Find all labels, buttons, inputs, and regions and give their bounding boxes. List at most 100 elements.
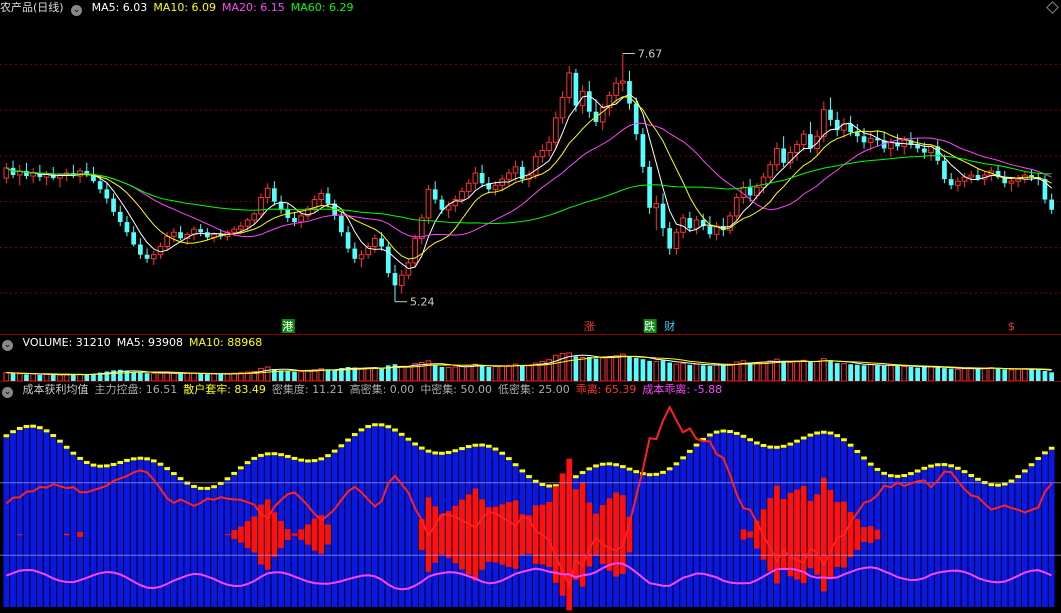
profit-bar: [298, 529, 305, 540]
volume-bar: [211, 373, 217, 381]
candle-body: [1049, 199, 1054, 210]
holding-bar-cap: [666, 467, 673, 471]
volume-bar: [512, 363, 519, 381]
holding-bar: [211, 488, 217, 607]
profit-bar: [485, 507, 492, 562]
holding-bar-cap: [291, 456, 298, 460]
volume-bar: [680, 363, 686, 381]
profit-bar: [231, 530, 238, 540]
cost-indicator-chart[interactable]: [0, 398, 1061, 611]
volume-bar: [599, 357, 606, 381]
volume-bar: [787, 362, 794, 381]
volume-bar: [901, 365, 908, 381]
candle-body: [861, 136, 867, 143]
holding-bar-cap: [780, 444, 787, 448]
holding-bar-cap: [150, 459, 157, 463]
volume-bar: [687, 364, 693, 381]
profit-bar: [512, 500, 519, 569]
volume-bar: [828, 360, 833, 381]
holding-bar-cap: [861, 456, 867, 460]
cost-panel-toggle-icon[interactable]: ⌄: [2, 387, 13, 398]
holding-bar-cap: [305, 459, 311, 463]
profit-bar: [432, 506, 439, 563]
volume-bar: [707, 365, 713, 381]
volume-chart[interactable]: [0, 351, 1061, 381]
volume-bar: [653, 360, 660, 381]
holding-bar-cap: [908, 472, 914, 476]
holding-bar-cap: [847, 443, 854, 447]
holding-bar-cap: [204, 486, 211, 490]
holding-bar-cap: [378, 423, 385, 427]
holding-bar: [700, 440, 707, 607]
holding-bar-cap: [573, 475, 579, 479]
volume-bar: [593, 358, 599, 381]
volume-bar: [372, 367, 378, 381]
holding-bar-cap: [117, 460, 124, 464]
price-chart[interactable]: 7.67 5.24 港 涨 跌财 $: [0, 16, 1061, 334]
volume-bar: [794, 360, 800, 381]
holding-bar-cap: [485, 444, 492, 448]
volume-bar: [667, 362, 673, 381]
holding-bar: [653, 475, 660, 607]
holding-bar-cap: [157, 462, 164, 466]
price-panel-header: 农产品(日线) ⌄ MA5: 6.03 MA10: 6.09 MA20: 6.15 M…: [0, 0, 365, 16]
profit-bar: [251, 516, 258, 553]
profit-bar: [244, 521, 251, 548]
volume-bar: [1015, 368, 1021, 381]
holding-bar-cap: [841, 438, 847, 442]
profit-bar: [767, 498, 774, 571]
window-menu-icon[interactable]: [1046, 1, 1059, 14]
holding-bar-cap: [144, 457, 150, 461]
holding-bar-cap: [1048, 446, 1055, 450]
profit-bar: [794, 489, 800, 580]
volume-bar: [613, 355, 619, 381]
candle-body: [586, 91, 592, 112]
holding-bar-cap: [653, 472, 660, 476]
holding-bar-cap: [526, 475, 532, 479]
candle-body: [392, 273, 398, 286]
volume-bar: [138, 372, 143, 381]
candle-body: [258, 197, 264, 215]
volume-bar: [526, 365, 532, 381]
volume-bar: [432, 364, 438, 381]
profit-bar: [606, 498, 613, 571]
event-marker-text: 财: [664, 319, 675, 333]
profit-bar: [854, 519, 861, 550]
volume-bar: [178, 373, 183, 381]
volume-bar: [673, 363, 680, 381]
profit-bar: [827, 489, 834, 580]
candle-body: [627, 81, 632, 104]
profit-bar: [16, 534, 23, 536]
holding-bar: [150, 462, 157, 607]
holding-bar: [680, 459, 686, 607]
volume-bar: [16, 373, 23, 381]
candle-body: [292, 217, 297, 223]
holding-bar-cap: [820, 430, 827, 434]
candle-body: [244, 219, 251, 227]
volume-bar: [647, 360, 652, 381]
holding-bar: [881, 474, 887, 607]
holding-bar-cap: [432, 451, 439, 455]
holding-bar-cap: [23, 424, 30, 428]
price-panel-toggle-icon[interactable]: ⌄: [71, 5, 83, 16]
volume-panel-toggle-icon[interactable]: ⌄: [2, 340, 13, 351]
holding-bar-cap: [794, 439, 800, 443]
holding-bar-cap: [814, 431, 820, 435]
holding-bar: [345, 441, 351, 607]
profit-bar: [874, 529, 881, 540]
holding-bar-cap: [747, 438, 753, 442]
volume-bar: [459, 365, 465, 381]
holding-bar: [385, 428, 392, 607]
volume-bar: [841, 363, 847, 381]
volume-bar: [492, 365, 499, 381]
volume-bar: [640, 359, 646, 381]
holding-bar: [908, 475, 914, 607]
ma-legend: MA5: 6.03 MA10: 6.09 MA20: 6.15 MA60: 6.29: [92, 1, 360, 14]
volume-bar: [633, 358, 639, 381]
candle-body: [546, 141, 552, 152]
holding-bar-cap: [546, 484, 552, 488]
holding-bar-cap: [365, 424, 372, 428]
profit-bar: [439, 514, 445, 555]
volume-bar: [981, 367, 988, 381]
cost-legend: 成本获利均值 主力控盘: 16.51 散户套牢: 83.49 密集度: 11.21 高密…: [23, 383, 729, 396]
